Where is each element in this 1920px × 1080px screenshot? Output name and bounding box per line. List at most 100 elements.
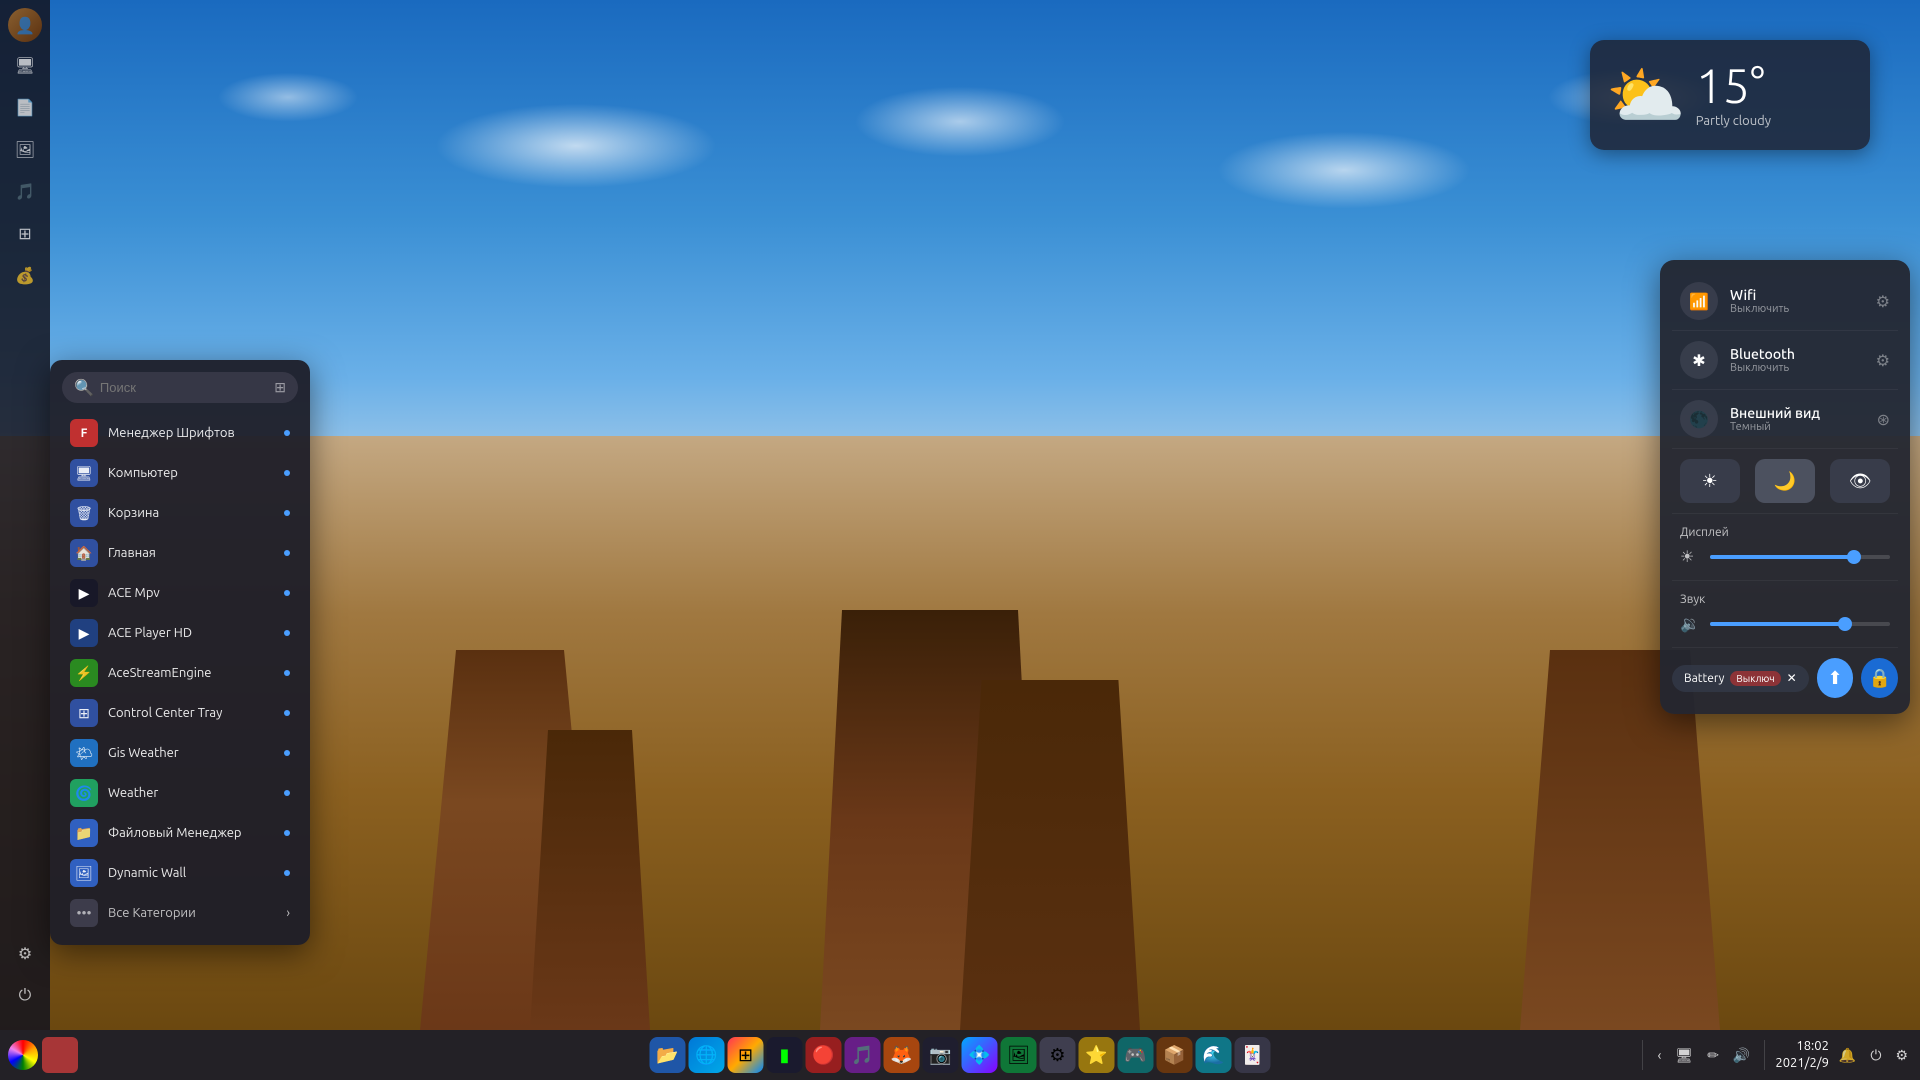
weather-info: 15° Partly cloudy (1696, 62, 1854, 128)
app-item-file-manager[interactable]: 📁 Файловый Менеджер (62, 813, 298, 853)
grid-menu-button[interactable] (42, 1037, 78, 1073)
app-icon-dynamic-wall: 🖼 (70, 859, 98, 887)
appearance-title: Внешний вид (1730, 405, 1865, 421)
sidebar-coin-icon[interactable]: 💰 (6, 256, 44, 294)
wifi-row[interactable]: 📶 Wifi Выключить ⚙ (1672, 272, 1898, 331)
display-section: Дисплей ☀ (1672, 514, 1898, 581)
app-item-ace-stream[interactable]: ⚡ AceStreamEngine (62, 653, 298, 693)
taskbar-notify-icon[interactable]: 🔔 (1835, 1043, 1860, 1068)
app-label-dynamic-wall: Dynamic Wall (108, 866, 186, 880)
weather-description: Partly cloudy (1696, 114, 1854, 128)
taskbar-music-icon[interactable]: 🎵 (845, 1037, 881, 1073)
taskbar-terminal-icon[interactable]: ▮ (767, 1037, 803, 1073)
app-icon-ace-stream: ⚡ (70, 659, 98, 687)
taskbar-neon-icon[interactable]: 💠 (962, 1037, 998, 1073)
taskbar-card-icon[interactable]: 🃏 (1235, 1037, 1271, 1073)
bluetooth-row[interactable]: ✱ Bluetooth Выключить ⚙ (1672, 331, 1898, 390)
app-item-ace-mpv[interactable]: ▶ ACE Mpv (62, 573, 298, 613)
appearance-settings-icon[interactable]: ⊛ (1877, 410, 1890, 429)
taskbar-settings-icon[interactable]: ⚙ (1040, 1037, 1076, 1073)
taskbar-sys-settings-icon[interactable]: ⚙ (1891, 1043, 1912, 1068)
app-item-home[interactable]: 🏠 Главная (62, 533, 298, 573)
taskbar-star-icon[interactable]: ⭐ (1079, 1037, 1115, 1073)
taskbar-photos-icon[interactable]: 🖼 (1001, 1037, 1037, 1073)
sidebar-monitor-icon[interactable]: 🖥 (6, 46, 44, 84)
update-button[interactable]: ⬆ (1817, 658, 1854, 698)
taskbar-arrow-left-icon[interactable]: ‹ (1653, 1043, 1665, 1067)
dark-theme-button[interactable]: 🌙 (1755, 459, 1815, 503)
taskbar-firefox-icon[interactable]: 🦊 (884, 1037, 920, 1073)
sidebar-grid-icon[interactable]: ⊞ (6, 214, 44, 252)
taskbar-pen-icon[interactable]: ✏ (1703, 1043, 1723, 1068)
taskbar-browser-icon[interactable]: 🌐 (689, 1037, 725, 1073)
display-label: Дисплей (1672, 522, 1898, 541)
search-bar[interactable]: 🔍 ⊞ (62, 372, 298, 403)
all-categories-item[interactable]: ••• Все Категории › (62, 893, 298, 933)
taskbar-left (8, 1037, 78, 1073)
volume-track[interactable] (1710, 622, 1890, 626)
app-icon-ace-player: ▶ (70, 619, 98, 647)
brightness-track[interactable] (1710, 555, 1890, 559)
battery-badge: Battery Выключ ✕ (1672, 665, 1809, 692)
taskbar-right: ‹ 🖥 ✏ 🔊 18:02 2021/2/9 🔔 ⏻ ⚙ (1638, 1038, 1912, 1072)
bluetooth-title: Bluetooth (1730, 346, 1864, 362)
eye-theme-button[interactable]: 👁 (1830, 459, 1890, 503)
taskbar-wave-icon[interactable]: 🌊 (1196, 1037, 1232, 1073)
taskbar-app-red-icon[interactable]: 🔴 (806, 1037, 842, 1073)
bluetooth-settings-icon[interactable]: ⚙ (1876, 351, 1890, 370)
taskbar-center: 📂 🌐 ⊞ ▮ 🔴 🎵 🦊 📷 💠 🖼 ⚙ ⭐ 🎮 📦 🌊 🃏 (650, 1037, 1271, 1073)
app-dot-4 (284, 590, 290, 596)
app-label-font-manager: Менеджер Шрифтов (108, 426, 235, 440)
app-label-ace-stream: AceStreamEngine (108, 666, 211, 680)
app-label-ace-player: ACE Player HD (108, 626, 192, 640)
volume-thumb[interactable] (1838, 617, 1852, 631)
app-item-computer[interactable]: 🖥 Компьютер (62, 453, 298, 493)
app-label-file-manager: Файловый Менеджер (108, 826, 242, 840)
taskbar-divider-1 (1642, 1040, 1643, 1070)
taskbar-files-icon[interactable]: 📂 (650, 1037, 686, 1073)
app-item-font-manager[interactable]: F Менеджер Шрифтов (62, 413, 298, 453)
app-item-trash[interactable]: 🗑 Корзина (62, 493, 298, 533)
app-dot-9 (284, 790, 290, 796)
brightness-icon: ☀ (1680, 547, 1700, 566)
wifi-subtitle: Выключить (1730, 303, 1864, 315)
taskbar-ms-icon[interactable]: ⊞ (728, 1037, 764, 1073)
user-avatar[interactable]: 👤 (8, 8, 42, 42)
volume-slider-row[interactable]: 🔉 (1672, 608, 1898, 639)
sidebar-power-icon[interactable]: ⏻ (6, 976, 44, 1014)
theme-row: ☀ 🌙 👁 (1672, 449, 1898, 514)
search-input[interactable] (100, 380, 268, 395)
expand-icon[interactable]: ⊞ (274, 379, 286, 396)
search-icon: 🔍 (74, 378, 94, 397)
taskbar-pkg-icon[interactable]: 📦 (1157, 1037, 1193, 1073)
light-theme-button[interactable]: ☀ (1680, 459, 1740, 503)
appearance-row[interactable]: 🌑 Внешний вид Темный ⊛ (1672, 390, 1898, 449)
taskbar-power-icon[interactable]: ⏻ (1866, 1043, 1885, 1068)
app-item-gis-weather[interactable]: 🌤 Gis Weather (62, 733, 298, 773)
wifi-settings-icon[interactable]: ⚙ (1876, 292, 1890, 311)
taskbar-camera-icon[interactable]: 📷 (923, 1037, 959, 1073)
brightness-thumb[interactable] (1847, 550, 1861, 564)
app-item-control-center[interactable]: ⊞ Control Center Tray (62, 693, 298, 733)
weather-temperature: 15° (1696, 62, 1854, 110)
taskbar-volume-icon[interactable]: 🔊 (1729, 1043, 1754, 1068)
rainbow-menu-button[interactable] (8, 1040, 38, 1070)
taskbar-monitor-icon[interactable]: 🖥 (1671, 1043, 1697, 1068)
app-item-dynamic-wall[interactable]: 🖼 Dynamic Wall (62, 853, 298, 893)
app-icon-font-manager: F (70, 419, 98, 447)
sidebar-file-icon[interactable]: 📄 (6, 88, 44, 126)
sidebar-settings-icon[interactable]: ⚙ (6, 934, 44, 972)
taskbar-date: 2021/2/9 (1775, 1055, 1829, 1072)
app-item-weather[interactable]: 🌀 Weather (62, 773, 298, 813)
sidebar-photo-icon[interactable]: 🖼 (6, 130, 44, 168)
app-label-control-center: Control Center Tray (108, 706, 222, 720)
taskbar-game-icon[interactable]: 🎮 (1118, 1037, 1154, 1073)
app-label-weather: Weather (108, 786, 158, 800)
sidebar-music-icon[interactable]: 🎵 (6, 172, 44, 210)
volume-icon: 🔉 (1680, 614, 1700, 633)
app-item-ace-player[interactable]: ▶ ACE Player HD (62, 613, 298, 653)
lock-button[interactable]: 🔒 (1861, 658, 1898, 698)
taskbar: 📂 🌐 ⊞ ▮ 🔴 🎵 🦊 📷 💠 🖼 ⚙ ⭐ 🎮 📦 🌊 🃏 ‹ 🖥 ✏ 🔊 … (0, 1030, 1920, 1080)
brightness-slider-row[interactable]: ☀ (1672, 541, 1898, 572)
chevron-right-icon: › (286, 906, 290, 920)
